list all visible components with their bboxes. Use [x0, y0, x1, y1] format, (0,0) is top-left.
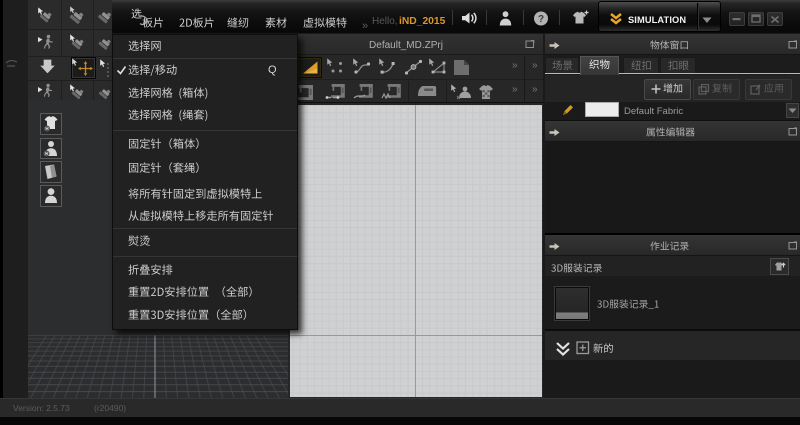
svg-text:?: ? — [538, 14, 544, 25]
